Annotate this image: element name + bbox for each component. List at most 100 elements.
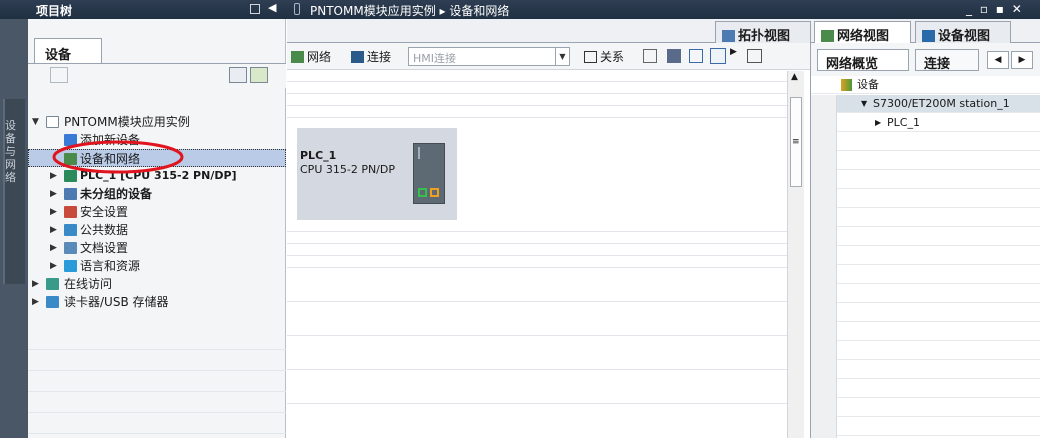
tree-item-common-data[interactable]: ▶ 公共数据 bbox=[28, 221, 286, 239]
list-item bbox=[811, 304, 1040, 322]
devices-icon bbox=[841, 79, 852, 91]
overview-icon[interactable] bbox=[229, 67, 247, 83]
highlight-circle bbox=[52, 140, 184, 174]
expand-arrow-icon[interactable]: ▶ bbox=[50, 239, 57, 257]
online-access-icon bbox=[46, 278, 59, 290]
grip-icon: ≡ bbox=[792, 137, 800, 147]
connection-mode-button[interactable]: 连接 bbox=[351, 48, 391, 65]
list-item bbox=[811, 266, 1040, 284]
topology-icon bbox=[722, 30, 735, 42]
editor-titlebar: PNTOMM模块应用实例 ▸ 设备和网络 _ ▫ ▪ ✕ bbox=[286, 0, 1040, 19]
relation-icon bbox=[584, 51, 597, 63]
address-icon[interactable] bbox=[643, 49, 657, 63]
expand-arrow-icon[interactable]: ▶ bbox=[50, 221, 57, 239]
list-item bbox=[811, 380, 1040, 398]
plc-device-name: PLC_1 bbox=[300, 149, 337, 162]
scroll-thumb[interactable]: ≡ bbox=[790, 97, 802, 187]
expand-arrow-icon[interactable]: ▶ bbox=[50, 185, 57, 203]
connection-type-select[interactable]: HMI连接 ▼ bbox=[408, 47, 570, 66]
card-reader-icon bbox=[46, 296, 59, 308]
expand-arrow-icon[interactable]: ▼ bbox=[32, 113, 39, 131]
tab-scroll-left-icon[interactable]: ◀ bbox=[987, 51, 1009, 69]
save-layout-icon[interactable] bbox=[747, 49, 762, 63]
tree-item-card-reader[interactable]: ▶ 读卡器/USB 存储器 bbox=[28, 293, 286, 311]
project-icon bbox=[46, 116, 59, 128]
tab-topology-view[interactable]: 拓扑视图 bbox=[715, 21, 811, 44]
tab-devices[interactable]: 设备 bbox=[34, 38, 102, 64]
pin-icon bbox=[294, 3, 300, 15]
tab-network-overview[interactable]: 网络概览 bbox=[817, 49, 909, 72]
tree-item-project[interactable]: ▼ PNTOMM模块应用实例 bbox=[28, 113, 286, 131]
status-led-green bbox=[418, 188, 427, 197]
document-icon bbox=[64, 242, 77, 254]
cpu-module-icon bbox=[413, 143, 445, 204]
tree-item-online-access[interactable]: ▶ 在线访问 bbox=[28, 275, 286, 293]
relation-button[interactable]: 关系 bbox=[584, 48, 624, 65]
list-item bbox=[811, 342, 1040, 360]
connection-icon bbox=[351, 51, 364, 63]
project-tree-toolbar bbox=[28, 64, 286, 88]
tree-item-security[interactable]: ▶ 安全设置 bbox=[28, 203, 286, 221]
expand-arrow-icon[interactable]: ▶ bbox=[50, 257, 57, 275]
security-icon bbox=[64, 206, 77, 218]
tab-connections[interactable]: 连接 bbox=[915, 49, 979, 72]
expand-arrow-icon[interactable]: ▶ bbox=[875, 114, 881, 132]
network-toolbar: 网络 连接 HMI连接 ▼ 关系 ▶ bbox=[287, 43, 817, 70]
common-data-icon bbox=[64, 224, 77, 236]
overview-header-row: 设备 bbox=[811, 76, 1040, 94]
expand-arrow-icon[interactable]: ▶ bbox=[50, 203, 57, 221]
expand-arrow-icon[interactable]: ▶ bbox=[32, 293, 39, 311]
view-tabs: 拓扑视图 网络视图 设备视图 bbox=[287, 19, 1040, 44]
grid-icon[interactable] bbox=[50, 67, 68, 83]
list-item bbox=[811, 228, 1040, 246]
panel-icon[interactable] bbox=[710, 48, 726, 64]
network-view-icon bbox=[821, 30, 834, 42]
table-icon[interactable] bbox=[689, 49, 703, 63]
vertical-tab-strip: 设备与网络 bbox=[0, 19, 28, 438]
vertical-scrollbar[interactable]: ▲ ≡ bbox=[787, 71, 804, 438]
expand-arrow-icon[interactable]: ▶ bbox=[32, 275, 39, 293]
collapse-left-arrow-icon[interactable]: ◀ bbox=[268, 1, 276, 14]
network-mode-icon bbox=[291, 51, 304, 63]
window-controls[interactable]: _ ▫ ▪ ✕ bbox=[966, 2, 1024, 16]
list-item bbox=[811, 209, 1040, 227]
network-canvas[interactable]: PLC_1 CPU 315-2 PN/DP bbox=[287, 71, 787, 438]
network-mode-button[interactable]: 网络 bbox=[291, 48, 331, 65]
device-view-icon bbox=[922, 30, 935, 42]
list-item bbox=[811, 133, 1040, 151]
breadcrumb: PNTOMM模块应用实例 ▸ 设备和网络 bbox=[310, 4, 510, 18]
expand-arrow-icon[interactable]: ▼ bbox=[861, 95, 867, 113]
list-item bbox=[811, 399, 1040, 417]
list-item bbox=[811, 285, 1040, 303]
tree-item-document-settings[interactable]: ▶ 文档设置 bbox=[28, 239, 286, 257]
network-overview-panel: 网络概览 连接 ◀ ▶ 设备 ▼ S7300/ET200M station_1 … bbox=[810, 43, 1040, 438]
language-icon bbox=[64, 260, 77, 272]
chevron-right-icon[interactable]: ▶ bbox=[730, 47, 737, 57]
list-item bbox=[811, 247, 1040, 265]
network-config-icon[interactable] bbox=[667, 49, 681, 63]
tab-device-view[interactable]: 设备视图 bbox=[915, 21, 1011, 44]
tab-network-view[interactable]: 网络视图 bbox=[814, 21, 911, 44]
list-item bbox=[811, 418, 1040, 436]
list-item bbox=[811, 190, 1040, 208]
plc-device-type: CPU 315-2 PN/DP bbox=[300, 163, 395, 176]
plc-device-box[interactable]: PLC_1 CPU 315-2 PN/DP bbox=[297, 128, 457, 220]
list-item bbox=[811, 171, 1040, 189]
list-item bbox=[811, 361, 1040, 379]
overview-row-station[interactable]: ▼ S7300/ET200M station_1 bbox=[811, 95, 1040, 113]
list-item bbox=[811, 152, 1040, 170]
tree-item-languages[interactable]: ▶ 语言和资源 bbox=[28, 257, 286, 275]
overview-row-plc[interactable]: ▶ PLC_1 bbox=[811, 114, 1040, 132]
tree-item-ungrouped[interactable]: ▶ 未分组的设备 bbox=[28, 185, 286, 203]
project-tree-panel: 设备 ▼ PNTOMM模块应用实例 添加新设备 设备和网络 ▶ PLC_1 [C… bbox=[28, 19, 286, 438]
chevron-down-icon[interactable]: ▼ bbox=[555, 48, 569, 65]
vertical-tab-label: 设备与网络 bbox=[5, 119, 16, 184]
tab-scroll-right-icon[interactable]: ▶ bbox=[1011, 51, 1033, 69]
project-tree-titlebar: 项目树 ◀ bbox=[0, 0, 286, 19]
list-item bbox=[811, 323, 1040, 341]
collapse-panel-icon[interactable] bbox=[250, 4, 260, 14]
scroll-up-icon[interactable]: ▲ bbox=[791, 72, 798, 82]
export-icon[interactable] bbox=[250, 67, 268, 83]
editor-area: 拓扑视图 网络视图 设备视图 网络 连接 HMI连接 ▼ 关系 ▶ PLC_1 … bbox=[287, 19, 1040, 438]
status-led-orange bbox=[430, 188, 439, 197]
